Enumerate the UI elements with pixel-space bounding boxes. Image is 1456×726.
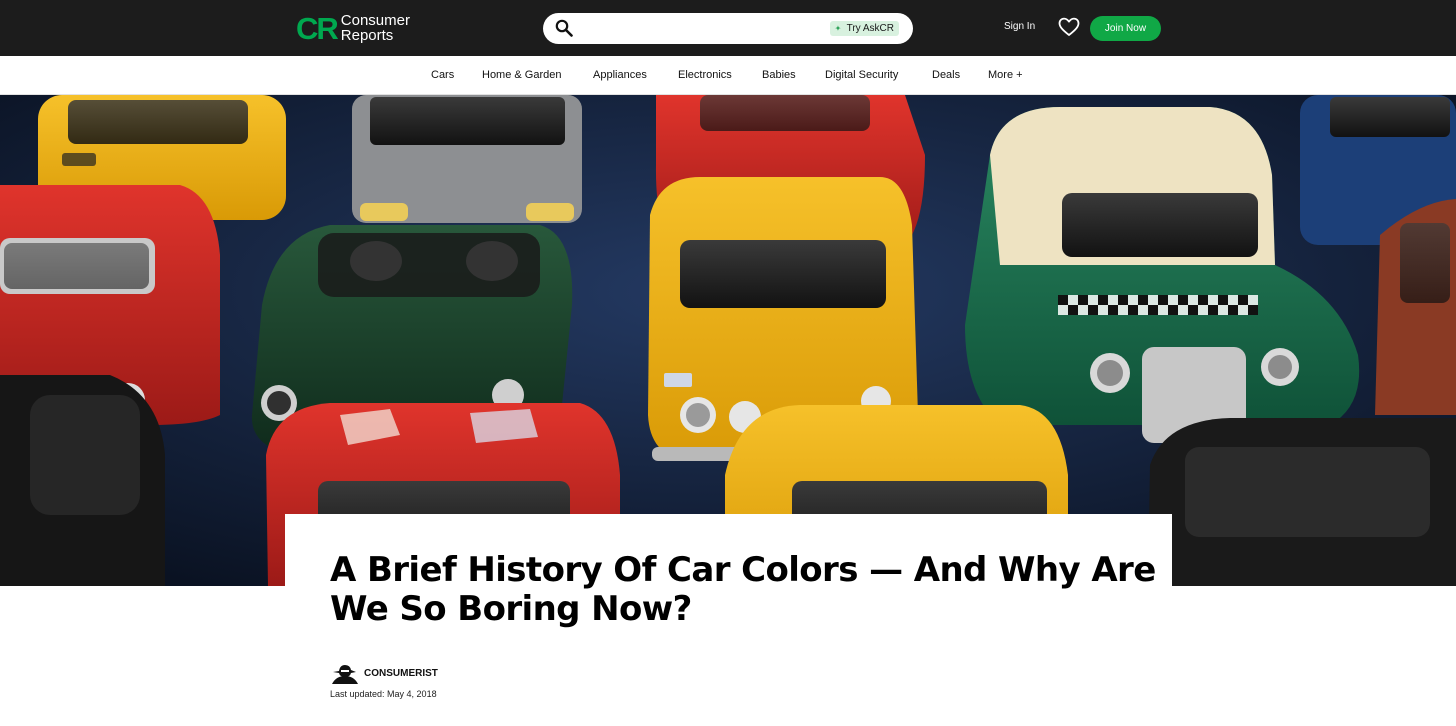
black-car-front-left [0,375,165,586]
article-title: A Brief History Of Car Colors — And Why … [330,550,1156,629]
logo-line-1: Consumer [340,12,410,29]
askcr-label: Try AskCR [846,23,894,34]
join-now-button[interactable]: Join Now [1090,16,1161,41]
try-askcr-button[interactable]: ✦ Try AskCR [829,21,899,36]
author-name[interactable]: CONSUMERIST [364,668,438,679]
logo-wordmark: Consumer Reports [341,13,410,43]
consumerist-logo-icon [332,665,358,684]
toy-cars-illustration [0,95,1456,586]
logo-line-2: Reports [340,27,394,44]
search-input[interactable]: ✦ Try AskCR [543,13,913,44]
grey-car-back [352,95,582,223]
nav-item-deals[interactable]: Deals [932,69,960,81]
heart-icon[interactable] [1058,17,1080,37]
search-icon[interactable] [555,19,573,37]
nav-item-cars[interactable]: Cars [431,69,454,81]
logo-mark: CR [296,10,339,46]
nav-item-electronics[interactable]: Electronics [678,69,732,81]
category-nav: Cars Home & Garden Appliances Electronic… [0,56,1456,95]
sparkle-icon: ✦ [834,24,842,33]
site-header: CR Consumer Reports ✦ Try AskCR Sign In … [0,0,1456,56]
sign-in-link[interactable]: Sign In [1004,21,1035,32]
nav-item-digital-security[interactable]: Digital Security [825,69,898,81]
nav-item-appliances[interactable]: Appliances [593,69,647,81]
byline: CONSUMERIST [330,662,438,684]
hero-image [0,95,1456,586]
nav-item-home-garden[interactable]: Home & Garden [482,69,561,81]
nav-item-babies[interactable]: Babies [762,69,796,81]
brown-car-right [1375,199,1456,415]
black-car-front-right [1148,418,1456,586]
nav-item-more[interactable]: More + [988,69,1023,81]
last-updated-date: Last updated: May 4, 2018 [330,689,437,699]
consumer-reports-logo[interactable]: CR Consumer Reports [296,12,410,44]
